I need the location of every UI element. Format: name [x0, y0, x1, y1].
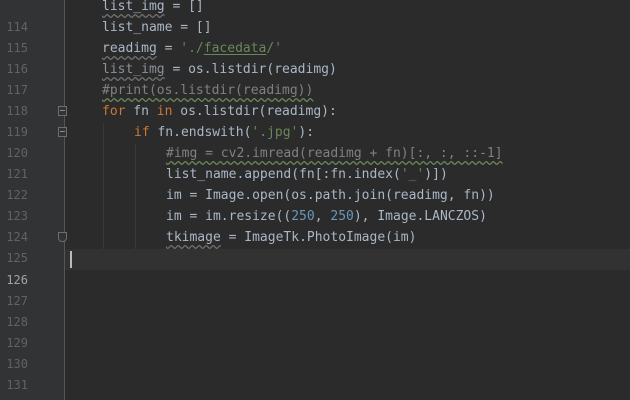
code-line[interactable]: 119 for fn in os.listdir(readimg):: [0, 101, 630, 139]
code-line[interactable]: 114 list_img = []: [0, 0, 630, 34]
code-line[interactable]: 121 #img = cv2.imread(readimg + fn)[:, :…: [0, 143, 630, 181]
code-line[interactable]: 125 tkimage = ImageTk.PhotoImage(im): [0, 227, 630, 265]
code-line[interactable]: 115 list_name = []: [0, 17, 630, 55]
code-line[interactable]: 117 list_img = os.listdir(readimg): [0, 59, 630, 97]
code-line[interactable]: 132: [0, 375, 630, 400]
code-line[interactable]: 124 im = im.resize((250, 250), Image.LAN…: [0, 206, 630, 244]
code-line-current[interactable]: 126: [0, 249, 630, 287]
line-code: #img = cv2.imread(readimg + fn)[:, :, ::…: [166, 146, 503, 161]
code-line[interactable]: 130: [0, 333, 630, 371]
line-code: if fn.endswith('.jpg'):: [134, 125, 315, 140]
fold-toggle-icon[interactable]: [58, 106, 67, 116]
text-caret: [70, 251, 72, 268]
code-line[interactable]: 127: [0, 270, 630, 308]
line-code: im = Image.open(os.path.join(readimg, fn…: [166, 188, 495, 203]
code-line[interactable]: 131: [0, 354, 630, 392]
line-code: readimg = './facedata/': [102, 41, 283, 56]
line-code: im = im.resize((250, 250), Image.LANCZOS…: [166, 209, 487, 224]
code-line[interactable]: 123 im = Image.open(os.path.join(readimg…: [0, 185, 630, 223]
code-line[interactable]: 116 readimg = './facedata/': [0, 38, 630, 76]
code-line[interactable]: 122 list_name.append(fn[:fn.index('_')]): [0, 164, 630, 202]
line-number: 132: [0, 396, 28, 400]
code-line[interactable]: 120 if fn.endswith('.jpg'):: [0, 122, 630, 160]
fold-toggle-icon[interactable]: [58, 127, 67, 137]
code-editor[interactable]: 114 list_img = [] 115 list_name = [] 116…: [0, 0, 630, 400]
line-code: for fn in os.listdir(readimg):: [102, 104, 337, 119]
line-code: list_name = []: [102, 20, 212, 35]
line-code: list_img = os.listdir(readimg): [102, 62, 337, 77]
line-code: #print(os.listdir(readimg)): [102, 83, 314, 98]
fold-end-icon[interactable]: [58, 232, 67, 242]
code-line[interactable]: 118 #print(os.listdir(readimg)): [0, 80, 630, 118]
line-code: list_img = []: [102, 0, 204, 14]
code-line[interactable]: 129: [0, 312, 630, 350]
code-line[interactable]: 128: [0, 291, 630, 329]
line-code: tkimage = ImageTk.PhotoImage(im): [166, 230, 417, 245]
line-code: list_name.append(fn[:fn.index('_')]): [166, 167, 448, 182]
